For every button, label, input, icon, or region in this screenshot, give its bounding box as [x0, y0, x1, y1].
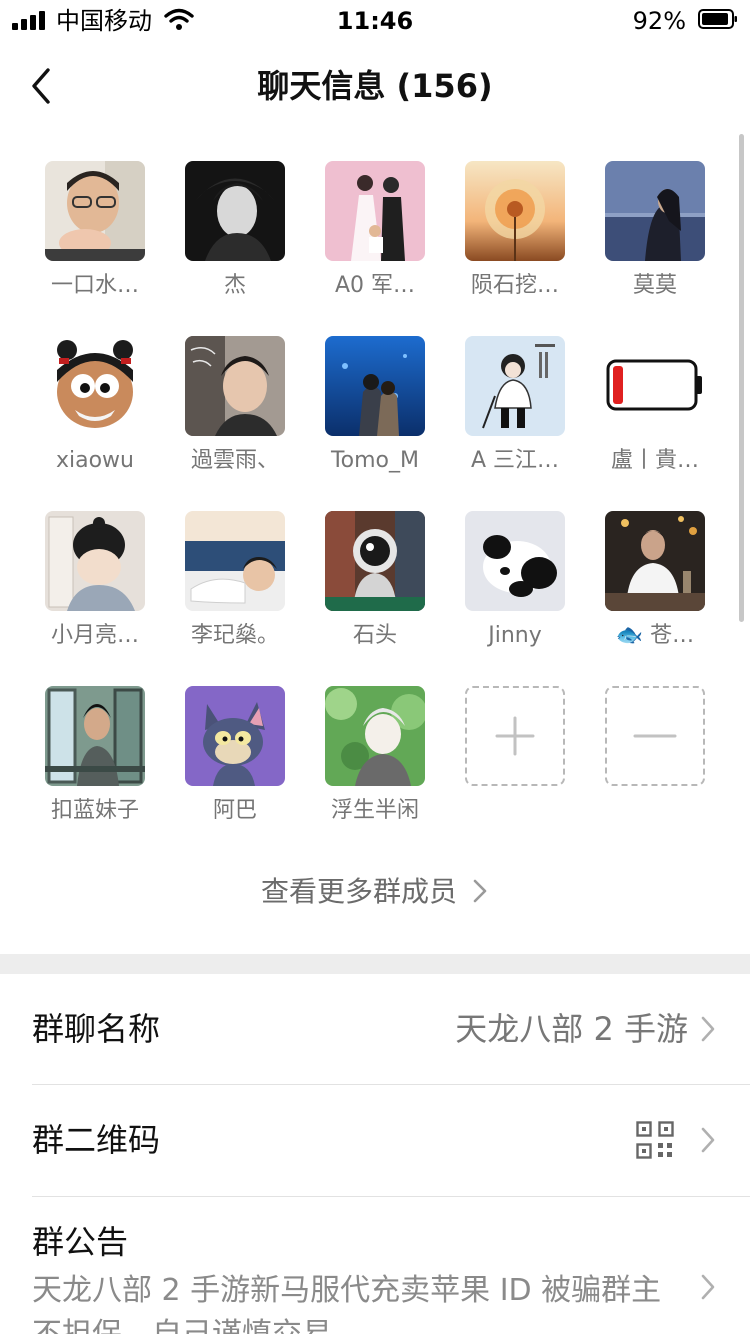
member-name: 陨石挖…	[470, 273, 559, 298]
member-item[interactable]: 莫莫	[585, 161, 725, 331]
avatar[interactable]	[185, 511, 285, 611]
page-title: 聊天信息 (156)	[257, 67, 493, 105]
avatar[interactable]	[325, 511, 425, 611]
avatar[interactable]	[465, 336, 565, 436]
member-name: 小月亮…	[50, 623, 139, 648]
avatar[interactable]	[185, 686, 285, 786]
member-item[interactable]: xiaowu	[25, 336, 165, 506]
group-notice-text: 天龙八部 2 手游新马服代充卖苹果 ID 被骗群主不担保，自己谨慎交易	[32, 1273, 662, 1334]
group-qr-label: 群二维码	[32, 1121, 161, 1159]
member-name: 浮生半闲	[330, 798, 419, 823]
member-item[interactable]: A0 军…	[305, 161, 445, 331]
member-name: A0 军…	[334, 273, 416, 298]
avatar[interactable]	[325, 686, 425, 786]
avatar[interactable]	[465, 511, 565, 611]
status-bar: 中国移动 11:46 92%	[0, 0, 750, 44]
view-more-members-button[interactable]: 查看更多群成员	[0, 870, 750, 914]
avatar[interactable]	[185, 336, 285, 436]
member-name: 過雲雨、	[190, 448, 279, 473]
member-name: 杰	[223, 273, 246, 298]
battery-percentage: 92%	[632, 7, 686, 35]
member-item[interactable]: 過雲雨、	[165, 336, 305, 506]
group-qr-row[interactable]: 群二维码	[0, 1085, 750, 1196]
member-item[interactable]: 陨石挖…	[445, 161, 585, 331]
avatar[interactable]	[45, 336, 145, 436]
member-item[interactable]: 扣蓝妹子	[25, 686, 165, 856]
group-notice-label: 群公告	[32, 1223, 129, 1261]
chevron-right-icon	[701, 1127, 715, 1153]
qr-code-icon	[636, 1121, 674, 1159]
member-item[interactable]: 阿巴	[165, 686, 305, 856]
member-name: Jinny	[488, 623, 542, 648]
add-icon	[495, 716, 535, 756]
member-name: 石头	[352, 623, 397, 648]
remove-member-box[interactable]	[605, 686, 705, 786]
group-name-row[interactable]: 群聊名称 天龙八部 2 手游	[0, 974, 750, 1084]
member-name: Tomo_M	[330, 448, 420, 473]
member-name: 盧丨貴…	[610, 448, 699, 473]
avatar[interactable]	[325, 161, 425, 261]
avatar[interactable]	[45, 686, 145, 786]
chevron-right-icon	[473, 879, 487, 903]
remove-member-button[interactable]	[585, 686, 725, 856]
member-name: 扣蓝妹子	[50, 798, 139, 823]
avatar[interactable]	[605, 336, 705, 436]
member-item[interactable]: 杰	[165, 161, 305, 331]
settings-list: 群聊名称 天龙八部 2 手游 群二维码 群公告 天龙八部 2 手游新马服代充卖苹…	[0, 974, 750, 1334]
group-name-value: 天龙八部 2 手游	[455, 1010, 688, 1048]
avatar[interactable]	[45, 511, 145, 611]
scrollbar[interactable]	[739, 134, 744, 622]
member-item[interactable]: A 三江…	[445, 336, 585, 506]
nav-bar: 聊天信息 (156)	[0, 44, 750, 128]
member-item[interactable]: 一口水…	[25, 161, 165, 331]
member-item[interactable]: 盧丨貴…	[585, 336, 725, 506]
member-item[interactable]: 浮生半闲	[305, 686, 445, 856]
members-grid: 一口水… 杰 A0 军… 陨石挖… 莫莫 xiaowu 過雲雨、 Tomo_M …	[0, 128, 750, 954]
member-item[interactable]: Tomo_M	[305, 336, 445, 506]
group-name-label: 群聊名称	[32, 1010, 161, 1048]
avatar[interactable]	[605, 161, 705, 261]
avatar[interactable]	[605, 511, 705, 611]
chevron-right-icon	[701, 1016, 715, 1042]
avatar[interactable]	[45, 161, 145, 261]
view-more-members-label: 查看更多群成员	[260, 875, 457, 908]
member-name: 阿巴	[212, 798, 257, 823]
member-name: xiaowu	[55, 448, 134, 473]
add-member-button[interactable]	[445, 686, 585, 856]
member-name: 莫莫	[632, 273, 677, 298]
avatar[interactable]	[185, 161, 285, 261]
member-item[interactable]: 石头	[305, 511, 445, 681]
member-name: A 三江…	[470, 448, 560, 473]
member-item[interactable]: 小月亮…	[25, 511, 165, 681]
add-member-box[interactable]	[465, 686, 565, 786]
chevron-right-icon	[701, 1274, 715, 1300]
group-notice-row[interactable]: 群公告 天龙八部 2 手游新马服代充卖苹果 ID 被骗群主不担保，自己谨慎交易	[0, 1197, 750, 1334]
member-name: 一口水…	[50, 273, 139, 298]
member-item[interactable]: Jinny	[445, 511, 585, 681]
remove-icon	[633, 734, 677, 738]
avatar[interactable]	[325, 336, 425, 436]
member-item[interactable]: 李玘燊。	[165, 511, 305, 681]
member-name: 李玘燊。	[190, 623, 279, 648]
member-item[interactable]: 🐟 苍…	[585, 511, 725, 681]
battery-icon	[698, 9, 737, 29]
avatar[interactable]	[465, 161, 565, 261]
member-name: 🐟 苍…	[615, 623, 695, 648]
